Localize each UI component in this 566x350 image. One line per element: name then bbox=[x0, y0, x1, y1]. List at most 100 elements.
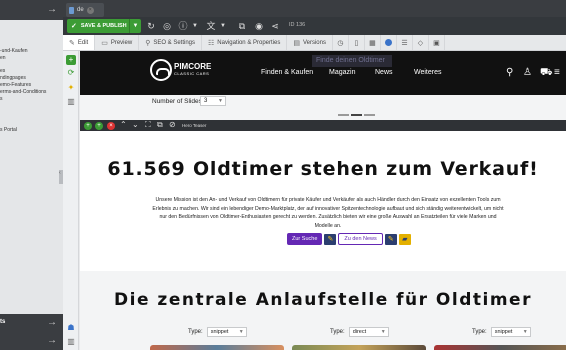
tree-item[interactable]: en bbox=[0, 55, 63, 62]
search-button[interactable]: Zur Suche bbox=[287, 233, 323, 245]
hide-icon[interactable]: ⊘ bbox=[169, 120, 176, 129]
chevron-down-icon[interactable]: ▼ bbox=[217, 20, 229, 32]
users-icon[interactable]: ☗ bbox=[66, 323, 76, 333]
editable-toolstrip: + ⟳ ✦ ▥ ☗ ▥ bbox=[63, 51, 79, 350]
tab-label: Edit bbox=[77, 39, 89, 46]
type-select[interactable]: direct ▼ bbox=[348, 327, 389, 337]
section-title[interactable]: Die zentrale Anlaufstelle für Oldtimer bbox=[80, 290, 566, 310]
nav-item-magazin[interactable]: Magazin bbox=[329, 69, 355, 76]
block-edit-bar: + + × ⌃ ⌄ ⛶ ⧉ ⊘ Hero Teaser bbox=[80, 120, 566, 131]
user-icon[interactable]: ♙ bbox=[523, 67, 532, 78]
left-navigation-panel: → -und-Kaufen en es ndingpages emo-Featu… bbox=[0, 0, 63, 350]
target-icon[interactable]: ◎ bbox=[161, 20, 173, 32]
menu-icon[interactable]: ≡ bbox=[554, 67, 560, 78]
expand-icon[interactable]: ⛶ bbox=[145, 120, 151, 130]
tree-item[interactable]: emo-Features bbox=[0, 82, 63, 89]
left-nav-header: → bbox=[0, 0, 63, 20]
tab-label: SEO & Settings bbox=[153, 39, 196, 46]
type-select[interactable]: snippet ▼ bbox=[490, 327, 531, 337]
close-icon[interactable]: × bbox=[86, 6, 94, 14]
monitor-icon: ▭ bbox=[101, 39, 108, 47]
tree-item[interactable]: -und-Kaufen bbox=[0, 48, 63, 55]
type-select-row: Type: snippet ▼ bbox=[472, 327, 531, 337]
slides-value: 3 bbox=[204, 98, 208, 104]
search-icon: ⚲ bbox=[145, 39, 151, 47]
open-external-icon[interactable]: ⧉ bbox=[236, 20, 248, 32]
tab-edit[interactable]: ✎ Edit bbox=[63, 35, 96, 50]
slider-dot[interactable] bbox=[364, 114, 375, 116]
eye-icon[interactable]: ◉ bbox=[253, 20, 265, 32]
tab-navigation-properties[interactable]: ☷ Navigation & Properties bbox=[202, 35, 288, 50]
slides-select[interactable]: 3 ▼ bbox=[200, 96, 226, 106]
refresh-icon[interactable]: ⟳ bbox=[66, 68, 76, 78]
document-tab[interactable]: de × bbox=[66, 3, 104, 17]
clock-icon: ◷ bbox=[337, 39, 344, 47]
tree-item[interactable]: erms-and-Conditions bbox=[0, 89, 63, 96]
search-icon[interactable]: ⚲ bbox=[506, 67, 513, 78]
tree-item[interactable]: s bbox=[0, 96, 63, 103]
tab-bookmark[interactable]: ▯ bbox=[349, 35, 365, 50]
add-icon[interactable]: + bbox=[95, 122, 103, 130]
link-edit-icon[interactable]: ✎ bbox=[324, 233, 337, 245]
footer-panel-label: ts bbox=[0, 319, 6, 325]
tab-label: Navigation & Properties bbox=[217, 39, 281, 46]
translate-icon[interactable]: 文 bbox=[205, 20, 217, 32]
lightbulb-icon[interactable]: ✦ bbox=[66, 83, 76, 93]
document-icon bbox=[69, 6, 74, 14]
news-button[interactable]: Zu den News bbox=[338, 233, 383, 245]
tree-item[interactable]: es bbox=[0, 68, 63, 75]
tab-schedule[interactable]: ◷ bbox=[333, 35, 349, 50]
folder-icon[interactable]: ▰ bbox=[398, 233, 411, 245]
logo-subtext: CLASSIC CARS bbox=[174, 71, 210, 76]
tab-seo-settings[interactable]: ⚲ SEO & Settings bbox=[139, 35, 203, 50]
type-value: direct bbox=[352, 329, 367, 335]
chevron-down-icon[interactable]: ⌄ bbox=[132, 120, 139, 129]
hero-teaser-block: 61.569 Oldtimer stehen zum Verkauf! Unse… bbox=[80, 131, 566, 271]
chevron-up-icon[interactable]: ⌃ bbox=[120, 120, 127, 129]
arrow-right-icon[interactable]: → bbox=[47, 335, 57, 346]
tree-item[interactable]: ndingpages bbox=[0, 75, 63, 82]
site-logo[interactable]: PIMCORE CLASSIC CARS bbox=[150, 59, 211, 81]
add-icon[interactable]: + bbox=[66, 55, 76, 65]
nav-item-weiteres[interactable]: Weiteres bbox=[414, 69, 442, 76]
trash-icon[interactable]: ▥ bbox=[66, 337, 76, 347]
tab-dependencies[interactable]: ▦ bbox=[365, 35, 381, 50]
trash-icon[interactable]: ▥ bbox=[66, 97, 76, 107]
cart-icon[interactable]: ⛟ bbox=[540, 67, 553, 80]
tab-preview-image[interactable]: ▣ bbox=[429, 35, 445, 50]
tab-preview[interactable]: ▭ Preview bbox=[95, 35, 140, 50]
teaser-image[interactable] bbox=[150, 345, 284, 350]
tab-workflow[interactable] bbox=[381, 35, 397, 50]
chevron-down-icon: ▼ bbox=[218, 98, 223, 104]
save-publish-button[interactable]: ✓ SAVE & PUBLISH ▼ bbox=[67, 19, 141, 33]
share-icon[interactable]: ⋖ bbox=[269, 20, 281, 32]
copy-icon[interactable]: ⧉ bbox=[157, 120, 163, 130]
type-label: Type: bbox=[188, 329, 203, 335]
sliders-icon: ☷ bbox=[208, 39, 215, 47]
tree-item[interactable]: s Portal bbox=[0, 127, 63, 134]
teaser-image[interactable] bbox=[434, 345, 566, 350]
nav-item-finden-kaufen[interactable]: Finden & Kaufen bbox=[261, 69, 313, 76]
chevron-down-icon[interactable]: ▼ bbox=[129, 19, 141, 33]
hero-title[interactable]: 61.569 Oldtimer stehen zum Verkauf! bbox=[80, 158, 566, 180]
tab-versions[interactable]: ▤ Versions bbox=[287, 35, 333, 50]
arrow-right-icon[interactable]: → bbox=[47, 4, 57, 15]
slides-label: Number of Slides: bbox=[152, 98, 204, 105]
link-edit-icon[interactable]: ✎ bbox=[384, 233, 397, 245]
slider-dot[interactable] bbox=[351, 114, 362, 116]
tab-tags[interactable]: ◇ bbox=[413, 35, 429, 50]
teaser-image[interactable] bbox=[292, 345, 426, 350]
nav-item-news[interactable]: News bbox=[375, 69, 393, 76]
add-icon[interactable]: + bbox=[84, 122, 92, 130]
slider-dot[interactable] bbox=[338, 114, 349, 116]
tab-notes[interactable]: ☰ bbox=[397, 35, 413, 50]
arrow-right-icon[interactable]: → bbox=[47, 317, 57, 328]
hero-text[interactable]: Unsere Mission ist den An- und Verkauf v… bbox=[150, 196, 506, 230]
info-icon[interactable]: ⓘ bbox=[177, 20, 189, 32]
chevron-down-icon[interactable]: ▼ bbox=[189, 20, 201, 32]
hero-buttons: Zur Suche ✎ Zu den News ✎ ▰ bbox=[287, 233, 411, 245]
type-select[interactable]: snippet ▼ bbox=[206, 327, 247, 337]
site-header: PIMCORE CLASSIC CARS Finde deinen Oldtime… bbox=[80, 51, 566, 95]
remove-icon[interactable]: × bbox=[107, 122, 115, 130]
reload-icon[interactable]: ↻ bbox=[145, 20, 157, 32]
